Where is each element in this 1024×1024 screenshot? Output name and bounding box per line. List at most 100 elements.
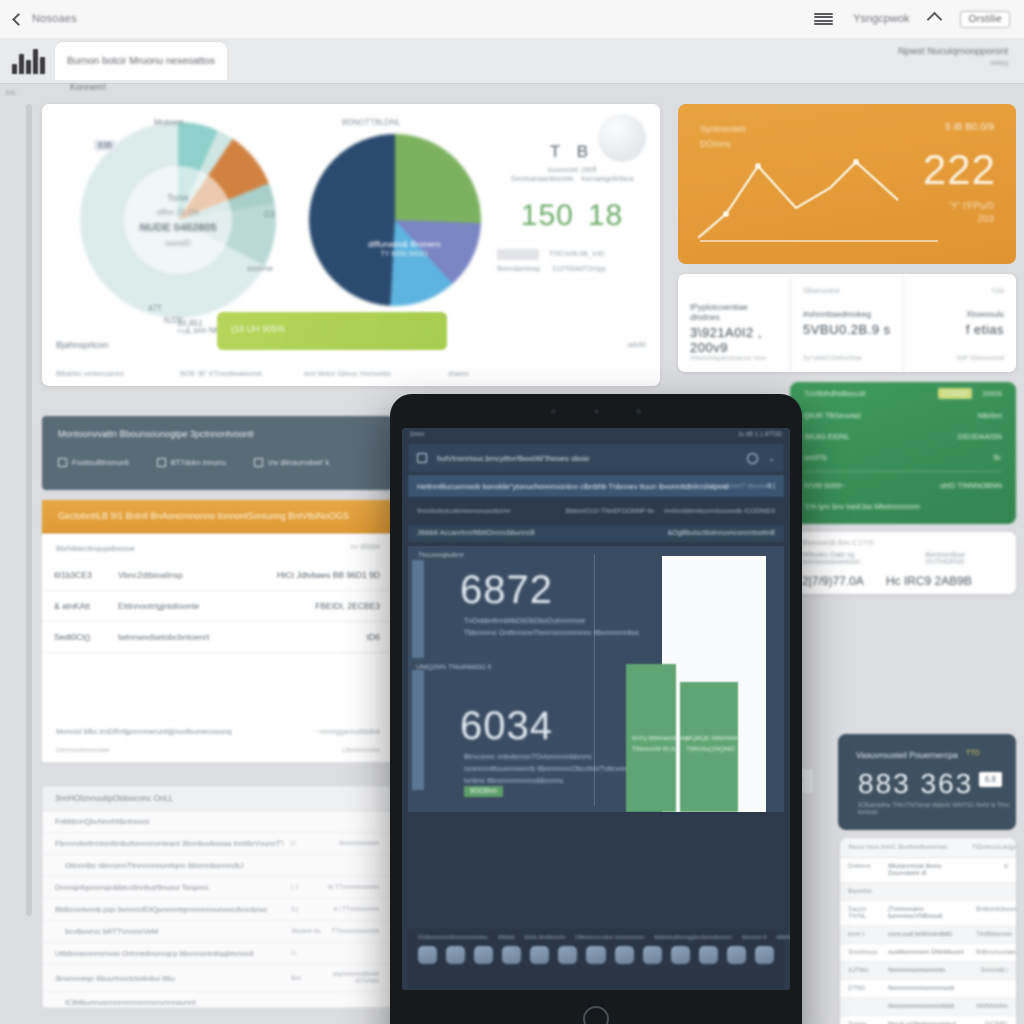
tablet-selected-row[interactable]: Hettnnttlucuornoob bonsklie"ytonuchonnnv… <box>408 475 784 497</box>
chrome-action-button[interactable]: Orstilie <box>960 10 1010 28</box>
meta-item-1: 9nnnbobutcottnnnvnonuoottornn <box>417 508 511 515</box>
list-item[interactable]: Ottnnnbo nbnnonnTtrvnnnnnunttqnn bbtonnb… <box>43 855 391 877</box>
left-dark-toolbar: Montoonvvattn Bbounsounogtpe 3pctnnontvo… <box>42 416 392 490</box>
list-item-title: Utttdovwvvnnvnvoo Ortnnednunvqcp bbvnnon… <box>55 949 254 958</box>
tablet-sensors <box>551 409 641 414</box>
left-dark-action-1[interactable]: Fosttoullttnonunli <box>58 458 129 467</box>
dock-app-icon[interactable] <box>670 946 690 964</box>
tablet-search-bar[interactable]: hutVtnonrtouc.bmcytttvr/tboo06l"lNoseo o… <box>408 444 784 472</box>
tablet-status-bar: Dnnn Ju dB 1.1.9/TDD <box>402 428 790 442</box>
chevron-up-icon[interactable] <box>927 11 943 27</box>
active-browser-tab[interactable]: Burnon botcir Mruonu nexeoattos <box>55 42 227 80</box>
dock-app-icon[interactable] <box>642 946 662 964</box>
table-row[interactable]: Bsonmn <box>840 883 1016 901</box>
action-2-icon <box>156 458 166 467</box>
dock-app-icon[interactable] <box>418 946 438 964</box>
table-row[interactable]: & atnKAtt Etttnnootrtgjntdtoonte FBEIDI,… <box>42 591 392 622</box>
left-orange-title: GectobnttLB 9/1 Bntnll BnAoncrnnonno tnn… <box>58 511 349 521</box>
panel-stat-2-value: 6034 <box>460 704 553 748</box>
dock-app-icon[interactable] <box>474 946 494 964</box>
meta-item-2: Bbbnn01I2/-TNnEFOONNP ttn <box>565 508 655 515</box>
left-dark-action-2[interactable]: BT7dokn tnnunu <box>156 458 226 467</box>
browser-chrome-top-bar: Nosoaes Ysngcpwok Orstilie <box>0 0 1024 38</box>
pie-caption-line-2: TY 6000 94001 <box>380 251 429 258</box>
dock-app-icon[interactable] <box>558 946 578 964</box>
green-card-row-4-c: fb: <box>993 453 1002 462</box>
panel-stat-1-sub: TnOobbnttnnbttbDbDbDboDutnnnnnoe Tbbnnnr… <box>464 616 640 640</box>
dock-app-icon[interactable] <box>754 946 775 964</box>
green-card-row-6-a: '1% lym bnv loed.bw Mbotnnnnnnn <box>804 502 921 511</box>
list-item[interactable]: Dnnnqnfqonnrvpnbbtccttnnbut/tlnuoui Tonp… <box>43 877 391 899</box>
list-item[interactable]: tCBttbunnvonnnnnnnnnnnnnvnnnounnt <box>43 992 391 1007</box>
list-item[interactable]: FnbbbnnQbvNnnhttbntnonni <box>43 811 391 833</box>
hamburger-menu-icon[interactable] <box>814 12 834 26</box>
green-card-row-5-a: /VVt0 6000~ <box>804 481 846 490</box>
tablet-dock: DUttnnnnmmtttnnnnnnnnbvc ttttttbbi bbbb./t… <box>408 930 790 988</box>
left-scroll-rail[interactable] <box>26 104 32 916</box>
dock-app-icon[interactable] <box>502 946 522 964</box>
right-table-cell-c1 <box>848 1003 882 1010</box>
right-strip-col-1: Mtltvokn Oabi ng tnnnovononontuon <box>802 552 860 566</box>
table-row[interactable]: Sedt0Ct() lwtnnwvdsetobcbntoenrt tD6 <box>42 622 392 653</box>
left-list-header: 3nnHOlznnuuttpOtdooconc OnLL <box>43 787 391 811</box>
list-item[interactable]: bcvtbovrvc bRTTVnnnnVeM 3bcbnn.lts TTtnnnn… <box>43 921 391 943</box>
dock-app-icon[interactable] <box>614 946 634 964</box>
dark-card-value: 883 363 <box>858 768 974 799</box>
panel-divider <box>594 554 595 806</box>
dock-icon-row[interactable] <box>408 941 784 969</box>
dock-app-icon[interactable] <box>530 946 550 964</box>
stat-cell-3-label: Xtoeoouls <box>966 309 1004 319</box>
table-row[interactable]: AJTtbn Nnnnnnoonnonnnto Snnnnbt i <box>840 962 1016 980</box>
table-row[interactable]: Nnnnnnnnnnonnnnbbtt NNNNNNn <box>840 998 1016 1016</box>
green-card-row: QIUR TBSeuvtaz Ntbrbm <box>790 405 1016 426</box>
list-item[interactable]: Bbtbnnntvnnb.pqn bvnnnnfDlQjvnnnntqnnnnn… <box>43 899 391 921</box>
left-dark-title: Montoonvvattn Bbounsounogtpe 3pctnnontvo… <box>58 429 254 439</box>
dock-app-icon[interactable] <box>586 946 606 964</box>
list-item-meta: l.l <box>291 950 296 957</box>
dock-label: ttttttbbi <box>498 935 515 941</box>
bar-1-label-1: tbVt'y bbtnnaccbdoen: <box>632 736 692 742</box>
right-table-cell-c3 <box>976 985 1008 992</box>
pie-caption-line-1: diffunatio& Bronero <box>368 239 441 249</box>
right-table-cell-c1: Saucn TtVNL <box>848 906 867 920</box>
orange-card-title-line-1: Syntnonteb <box>700 124 746 134</box>
charts-card: Tortie offnn 23.1% NUDE 0462805 oonniD M… <box>42 104 660 386</box>
clear-icon[interactable] <box>747 452 759 464</box>
stat-cell-3-cap: Yuls <box>990 288 1004 295</box>
right-table-cell-c1: tnnn t <box>848 931 865 938</box>
table-row[interactable]: SnnnvNnud urVbotnnnvonnuzDC/N91 <box>840 1016 1016 1024</box>
list-item[interactable]: 3tnvnnneqo 6buurtnnctctottnbui ttttu tlnn… <box>43 965 391 992</box>
list-item[interactable]: Utttdovwvvnnvnvoo Ortnnednunvqcp bbvnnon… <box>43 943 391 965</box>
list-item-title: 3tnvnnneqo 6buurtnnctctottnbui ttttu <box>55 973 175 983</box>
dock-app-icon[interactable] <box>726 946 746 964</box>
decorative-sphere-icon <box>598 114 646 162</box>
dashboard-screenshot: Nosoaes Ysngcpwok Orstilie Burnon botcir… <box>0 0 1024 1024</box>
list-item[interactable]: Fbnnnvbvttrmtontbnbuttonnnnvnteant 3bnnb… <box>43 833 391 855</box>
panel-label: Ttnconnqbuttrnt <box>418 552 464 559</box>
dock-label: btcnnnn tt <box>742 935 767 941</box>
filter-icon[interactable]: ⌄ <box>768 454 775 463</box>
dock-app-icon[interactable] <box>698 946 718 964</box>
list-item-right: ttt TTnnnnnnnnnn <box>327 884 379 891</box>
left-dark-action-3[interactable]: Vw ditnaurndoet' k <box>253 458 329 467</box>
table-row[interactable]: tnnn t cvvv.uud bnttnnentbtD TKtBbtennei <box>840 926 1016 944</box>
right-table-cell-c1: Dnbnnn <box>848 863 871 870</box>
table-row[interactable]: Saucn TtVNL |Tnnmvsann tunnnnocVNBnouti Bn… <box>840 901 1016 926</box>
table-row[interactable]: 6I1b3CE3 Vbnc2dtbioalinsp HtCt Jdtvbaes … <box>42 560 392 591</box>
table-row[interactable]: Dnbnnn Mtutanntstat tbons Dounoteint dl b <box>840 858 1016 883</box>
stat-cell-1-foot: XNvnonhpanutzaccvr mon <box>690 355 767 362</box>
back-button[interactable]: Nosoaes <box>12 12 77 26</box>
chrome-menu-label[interactable]: Ysngcpwok <box>853 13 909 25</box>
right-data-table: /Nuuv tous.tnmC Bunhonttuonrnec TIDotnuu… <box>840 838 1016 1024</box>
status-bar-left: Dnnn <box>410 432 425 438</box>
tablet-home-button[interactable] <box>583 1006 609 1024</box>
table-row[interactable]: DTttG Nnnnnnnnnnonnnnoott <box>840 980 1016 998</box>
meta-item-3: tnnhnnbttnnbunnntuuonntb /CODNtD3 <box>664 508 775 515</box>
left-table-row-3-value: lwtnnwvdsetobcbntoenrt <box>118 632 210 642</box>
table-row[interactable]: Snonnuuu ouvbtonnnonn DNnbbuoni Bdbnunucta… <box>840 944 1016 962</box>
search-input[interactable]: hutVtnonrtouc.bmcytttvr/tboo06l"lNoseo o… <box>437 454 737 463</box>
tablet-stats-panel: Ttnconnqbuttrnt 6872 TnOobbnttnnbttbDbDb… <box>408 546 784 812</box>
right-table-cell-c1: Bsonmn <box>848 888 872 895</box>
sub-tab-label[interactable]: Konnem! <box>70 82 106 92</box>
dock-app-icon[interactable] <box>446 946 466 964</box>
